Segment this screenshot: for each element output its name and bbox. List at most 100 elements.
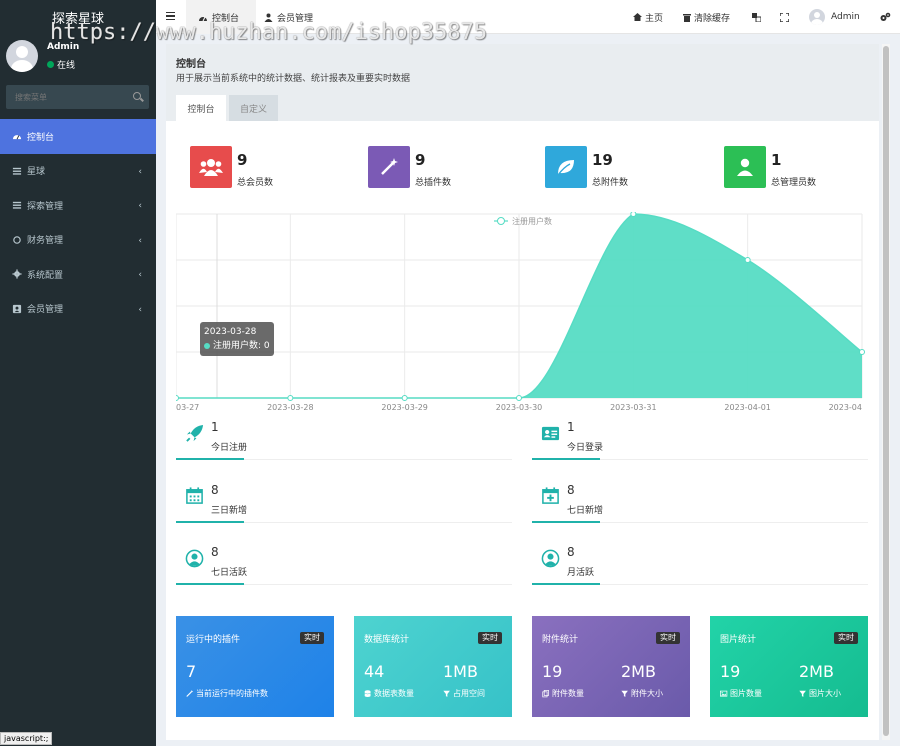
menu-toggle-icon[interactable] [166, 12, 175, 20]
user-circle-icon [541, 549, 559, 567]
user-circle-icon [185, 549, 203, 567]
sidebar-menu: 控制台 星球 ‹ 探索管理 ‹ 财务管理 ‹ 系统配置 ‹ 会员管理 ‹ [0, 119, 156, 326]
x-tick-label: 2023-03-28 [267, 403, 314, 412]
quick-stat-value: 8 [211, 482, 219, 497]
x-tick-label: 2023-04-01 [724, 403, 771, 412]
quick-stat-label: 三日新增 [211, 505, 248, 516]
tab-member-manage[interactable]: 会员管理 [262, 0, 332, 34]
card-subtitle: 附件大小 [621, 688, 663, 699]
database-icon [364, 689, 371, 697]
accent-bar [176, 583, 244, 585]
card-sub-label: 占用空间 [453, 689, 485, 698]
legend-marker [497, 217, 505, 225]
card-subtitle: 数据表数量 [364, 688, 414, 699]
card-value: 19 [542, 662, 563, 681]
filter-icon [621, 690, 628, 697]
quick-stat-icon [540, 423, 560, 443]
quick-stat-value: 8 [211, 545, 219, 559]
stat-value: 9 [237, 151, 248, 169]
card-sub-label: 数据表数量 [374, 689, 414, 698]
sidebar-item-2[interactable]: 探索管理 ‹ [0, 188, 156, 223]
fullscreen-button[interactable] [780, 0, 789, 34]
sidebar-item-label: 会员管理 [27, 305, 64, 316]
chevron-left-icon: ‹ [138, 304, 142, 315]
quick-stat-value: 8 [567, 545, 575, 559]
user-name: Admin [47, 42, 80, 52]
tab-label: 会员管理 [277, 13, 314, 24]
card-value: 2MB [621, 662, 656, 681]
quick-stat-icon [184, 423, 204, 443]
card-title: 图片统计 [720, 635, 757, 645]
realtime-badge: 实时 [656, 632, 680, 644]
stat-members: 9 总会员数 [190, 146, 350, 188]
sidebar-search [6, 85, 149, 109]
clear-cache-button[interactable]: 清除缓存 [683, 0, 730, 34]
sidebar-item-5[interactable]: 会员管理 ‹ [0, 292, 156, 327]
subtab-custom[interactable]: 自定义 [229, 95, 278, 121]
quick-stat-3: 8 七日新增 [532, 481, 868, 537]
main-content: 控制台 用于展示当前系统中的统计数据、统计报表及重要实时数据 控制台 自定义 9… [166, 44, 879, 740]
quick-stat-4: 8 七日活跃 [176, 543, 512, 599]
legend-label: 注册用户数 [512, 216, 552, 226]
settings-button[interactable] [880, 0, 891, 34]
top-header: 控制台 会员管理 主页 清除缓存 Admin [156, 0, 900, 34]
card-sub-label: 图片数量 [730, 689, 762, 698]
accent-bar [532, 458, 600, 460]
tab-label: 控制台 [212, 13, 240, 24]
files-icon [542, 689, 549, 697]
brand-title[interactable]: 探索星球 [52, 8, 104, 27]
sidebar-item-label: 系统配置 [27, 270, 64, 281]
sidebar-item-3[interactable]: 财务管理 ‹ [0, 223, 156, 258]
browser-status-bar: javascript:; [0, 732, 53, 745]
menu-icon-wrap [12, 304, 22, 314]
page-title: 控制台 [176, 59, 206, 70]
registered-users-chart: 03-27 2023-03-28 2023-03-29 2023-03-30 2023-… [173, 211, 868, 412]
stat-label: 总管理员数 [771, 178, 817, 188]
data-point [859, 349, 865, 355]
stat-card-1: 数据库统计 实时 44 数据表数量 1MB 占用空间 [354, 616, 512, 717]
fullscreen-icon [780, 12, 789, 22]
tab-dashboard[interactable]: 控制台 [186, 0, 256, 34]
series-dot-icon [204, 343, 210, 349]
card-sub-label: 附件数量 [552, 689, 584, 698]
page-scrollbar[interactable] [882, 44, 890, 740]
menu-icon-wrap [12, 166, 22, 176]
subtab-dashboard[interactable]: 控制台 [176, 95, 226, 121]
menu-search-input[interactable] [6, 85, 126, 109]
tooltip-value: 注册用户数: 0 [213, 341, 270, 351]
quick-stat-icon [540, 548, 560, 568]
sidebar-item-label: 星球 [27, 167, 46, 178]
card-value: 19 [720, 662, 741, 681]
x-tick-label: 2023-03-31 [610, 403, 657, 412]
sidebar-item-4[interactable]: 系统配置 ‹ [0, 257, 156, 292]
data-point [516, 395, 522, 401]
stat-label: 总插件数 [415, 178, 452, 188]
user-panel: Admin 在线 [6, 40, 156, 76]
sidebar-item-label: 探索管理 [27, 201, 64, 212]
quick-stat-value: 1 [567, 420, 575, 434]
tooltip-date: 2023-03-28 [204, 327, 257, 337]
dashboard-icon [12, 135, 22, 140]
sidebar-item-0[interactable]: 控制台 [0, 119, 156, 154]
search-icon[interactable] [133, 92, 141, 100]
page-header: 控制台 用于展示当前系统中的统计数据、统计报表及重要实时数据 控制台 自定义 [166, 44, 879, 121]
gears-icon [880, 12, 891, 21]
user-icon [264, 13, 273, 22]
menu-icon-wrap [12, 235, 22, 245]
language-button[interactable] [752, 0, 761, 34]
page-description: 用于展示当前系统中的统计数据、统计报表及重要实时数据 [176, 74, 411, 84]
card-value: 1MB [443, 662, 478, 681]
stat-value: 1 [771, 151, 782, 169]
x-tick-label: 2023-03-29 [381, 403, 428, 412]
quick-stat-icon [184, 548, 204, 568]
filter-icon [443, 690, 450, 697]
chevron-left-icon: ‹ [138, 270, 142, 280]
scroll-thumb[interactable] [883, 46, 889, 736]
trash-icon [683, 13, 691, 22]
admin-user-menu[interactable]: Admin [809, 0, 860, 34]
data-point [744, 257, 751, 263]
x-tick-label: 2023-04 [829, 403, 862, 412]
users-icon [190, 146, 232, 188]
sidebar-item-1[interactable]: 星球 ‹ [0, 154, 156, 189]
home-link[interactable]: 主页 [633, 0, 663, 34]
